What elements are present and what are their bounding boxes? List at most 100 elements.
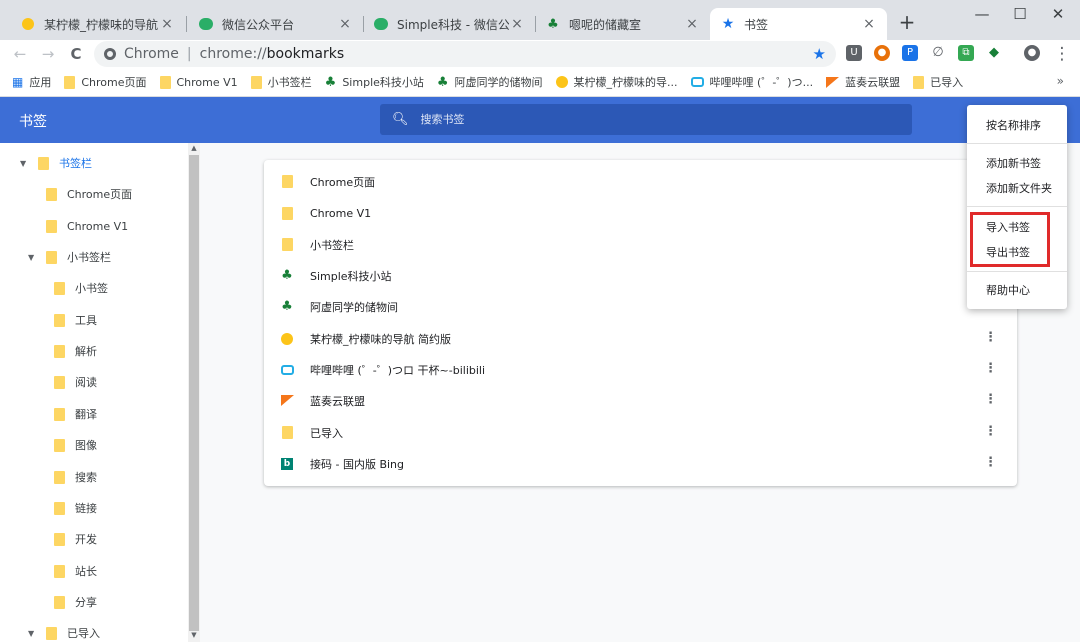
p-icon[interactable]: P <box>902 45 918 61</box>
tree-item-label: 搜索 <box>75 471 97 484</box>
globe-icon[interactable]: ◆ <box>986 45 1002 61</box>
folder-icon <box>54 532 65 546</box>
apps-grid-icon: ▦ <box>12 75 24 89</box>
list-item[interactable]: Chrome V1 <box>264 198 1017 229</box>
leaf-icon[interactable]: ∅ <box>930 45 946 61</box>
more-actions-icon[interactable]: ⋮ <box>984 456 997 469</box>
list-item[interactable]: b 接码 - 国内版 Bing ⋮ <box>264 448 1017 479</box>
monkey-icon[interactable]: ● <box>874 45 890 61</box>
tab-lemon[interactable]: 某柠檬_柠檬味的导航 简约 × <box>10 8 185 40</box>
tree-item[interactable]: ▼ 小书签栏 <box>28 247 111 267</box>
tree-item[interactable]: ▼ 已导入 <box>28 623 100 642</box>
tree-item-label: 小书签栏 <box>67 251 111 264</box>
bookmark-item[interactable]: Chrome V1 <box>159 75 238 89</box>
menu-item-add-folder[interactable]: 添加新文件夹 <box>986 180 1052 196</box>
scroll-up-arrow-icon[interactable]: ▲ <box>188 144 200 154</box>
organize-menu: 按名称排序 添加新书签 添加新文件夹 导入书签 导出书签 帮助中心 <box>967 105 1067 309</box>
tree-item[interactable]: 解析 <box>54 341 97 361</box>
bookmark-item[interactable]: Chrome页面 <box>64 74 147 90</box>
menu-item-sort-by-name[interactable]: 按名称排序 <box>986 117 1041 133</box>
tree-icon: ♣ <box>436 74 449 90</box>
expand-arrow-icon[interactable]: ▼ <box>28 629 38 638</box>
tree-item[interactable]: 搜索 <box>54 467 97 487</box>
list-item[interactable]: 小书签栏 <box>264 229 1017 260</box>
list-item[interactable]: ♣ 阿虚同学的储物间 <box>264 291 1017 322</box>
maximize-button[interactable]: ☐ <box>1000 4 1040 24</box>
bookmark-item[interactable]: ♣ Simple科技小站 <box>325 74 424 90</box>
more-actions-icon[interactable]: ⋮ <box>984 331 997 344</box>
bookmark-item[interactable]: 蓝奏云联盟 <box>826 74 900 90</box>
close-icon[interactable]: × <box>684 16 700 32</box>
menu-item-help-center[interactable]: 帮助中心 <box>986 282 1030 298</box>
close-icon[interactable]: × <box>509 16 525 32</box>
bookmark-item[interactable]: ♣ 阿虚同学的储物间 <box>437 74 543 90</box>
close-icon[interactable]: × <box>861 16 877 32</box>
folder-icon <box>54 375 65 389</box>
bookmark-item[interactable]: 小书签栏 <box>250 74 312 90</box>
reload-button[interactable]: C <box>66 44 86 64</box>
bing-icon: b <box>280 457 294 470</box>
tab-simple[interactable]: Simple科技 - 微信公众平 × <box>363 8 535 40</box>
list-item[interactable]: 蓝奏云联盟 ⋮ <box>264 385 1017 416</box>
list-item-label: 哔哩哔哩 (゜-゜)つロ 干杯~-bilibili <box>310 363 486 377</box>
list-item[interactable]: 已导入 ⋮ <box>264 417 1017 448</box>
folder-icon <box>54 470 65 484</box>
tree-item[interactable]: Chrome V1 <box>46 216 128 236</box>
tree-item[interactable]: 翻译 <box>54 404 97 424</box>
profile-avatar-icon[interactable]: ● <box>1024 45 1040 61</box>
tree-item[interactable]: 开发 <box>54 529 97 549</box>
scroll-down-arrow-icon[interactable]: ▼ <box>188 631 200 641</box>
list-item-label: 阿虚同学的储物间 <box>310 300 398 314</box>
close-icon[interactable]: × <box>159 16 175 32</box>
forward-button[interactable]: → <box>38 44 58 64</box>
more-bookmarks-button[interactable]: » <box>1057 74 1064 88</box>
minimize-button[interactable]: — <box>962 4 1002 24</box>
menu-icon[interactable]: ⋮ <box>1052 44 1072 64</box>
list-item[interactable]: ♣ Simple科技小站 <box>264 260 1017 291</box>
tree-item[interactable]: 小书签 <box>54 278 108 298</box>
address-bar[interactable]: Chrome | chrome://bookmarks ★ <box>94 41 836 67</box>
tree-item-label: 解析 <box>75 345 97 358</box>
tab-bookmarks[interactable]: ★ 书签 × <box>710 8 887 40</box>
scrollbar-thumb[interactable] <box>189 155 199 631</box>
search-input[interactable] <box>420 113 821 126</box>
screenshot-icon[interactable]: ⧉ <box>958 45 974 61</box>
tree-item[interactable]: 阅读 <box>54 372 97 392</box>
close-icon[interactable]: × <box>337 16 353 32</box>
tree-item[interactable]: 工具 <box>54 310 97 330</box>
tree-item-label: 开发 <box>75 533 97 546</box>
flag-icon <box>280 395 294 406</box>
tab-wechat[interactable]: 微信公众平台 × <box>188 8 363 40</box>
close-window-button[interactable]: ✕ <box>1038 4 1078 24</box>
tree-icon: ♣ <box>281 299 293 314</box>
search-box[interactable]: 🔍︎ <box>380 104 912 135</box>
more-actions-icon[interactable]: ⋮ <box>984 393 997 406</box>
list-item[interactable]: 哔哩哔哩 (゜-゜)つロ 干杯~-bilibili ⋮ <box>264 354 1017 385</box>
more-actions-icon[interactable]: ⋮ <box>984 425 997 438</box>
tree-item-bookmarks-bar[interactable]: ▼ 书签栏 <box>20 153 92 173</box>
apps-label: 应用 <box>29 76 52 89</box>
tree-item[interactable]: Chrome页面 <box>46 184 132 204</box>
list-item[interactable]: Chrome页面 <box>264 166 1017 197</box>
apps-shortcut[interactable]: ▦ 应用 <box>12 74 51 90</box>
bookmark-item[interactable]: 已导入 <box>913 74 963 90</box>
pocket-icon[interactable]: U <box>846 45 862 61</box>
tab-storage[interactable]: ♣ 嗯呢的储藏室 × <box>535 8 710 40</box>
tree-item[interactable]: 站长 <box>54 561 97 581</box>
menu-item-add-bookmark[interactable]: 添加新书签 <box>986 155 1041 171</box>
list-item[interactable]: 某柠檬_柠檬味的导航 简约版 ⋮ <box>264 323 1017 354</box>
more-actions-icon[interactable]: ⋮ <box>984 362 997 375</box>
folder-icon <box>46 626 57 640</box>
tree-item-label: 已导入 <box>67 627 100 640</box>
expand-arrow-icon[interactable]: ▼ <box>28 253 38 262</box>
tree-item[interactable]: 分享 <box>54 592 97 612</box>
expand-arrow-icon[interactable]: ▼ <box>20 159 30 168</box>
bookmark-star-icon[interactable]: ★ <box>813 45 826 63</box>
tree-item-label: 图像 <box>75 439 97 452</box>
tree-item[interactable]: 链接 <box>54 498 97 518</box>
bookmark-item[interactable]: 哔哩哔哩 (゜-゜)つ... <box>690 74 813 90</box>
bookmark-item[interactable]: 某柠檬_柠檬味的导... <box>555 74 678 90</box>
tree-item[interactable]: 图像 <box>54 435 97 455</box>
back-button[interactable]: ← <box>10 44 30 64</box>
new-tab-button[interactable]: + <box>895 11 919 35</box>
